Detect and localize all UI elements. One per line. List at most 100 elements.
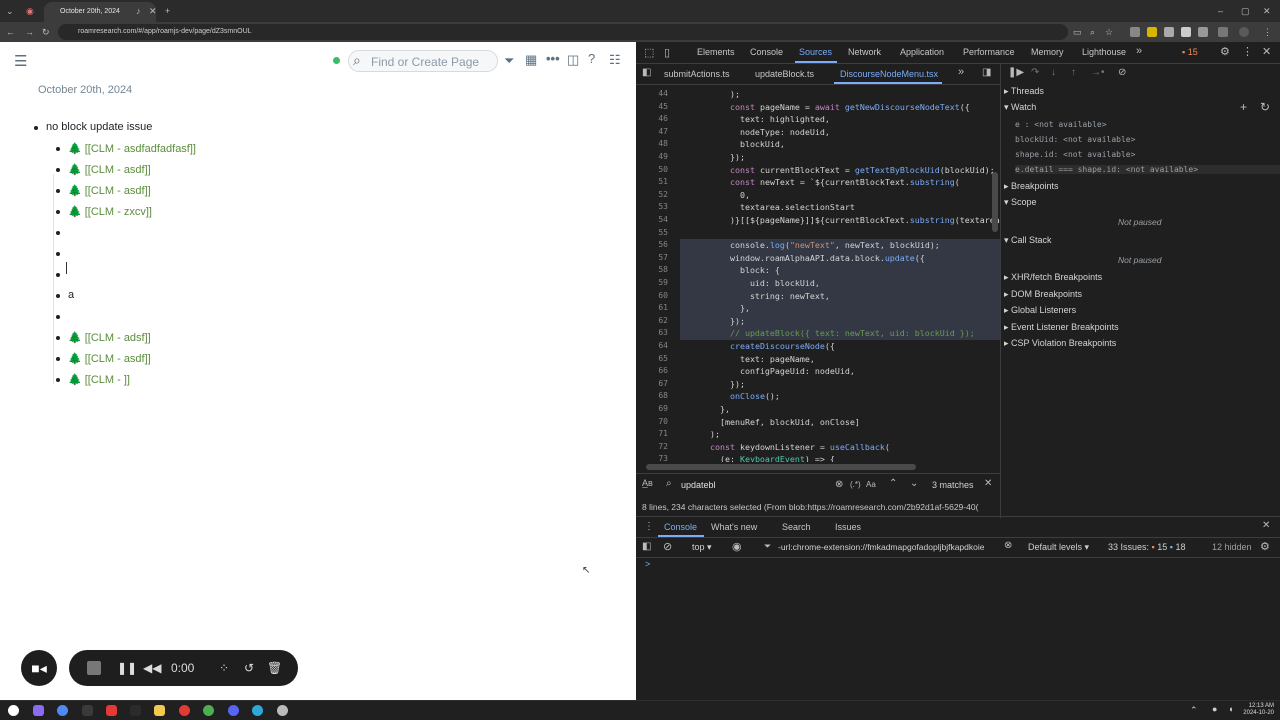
tab-search-icon[interactable]: ⌄	[6, 4, 14, 18]
code-scrollbar[interactable]	[992, 172, 998, 232]
line-number[interactable]: 45	[636, 101, 668, 114]
line-number[interactable]: 64	[636, 340, 668, 353]
page-reference[interactable]: [[CLM - asdfadfadfasf]]	[85, 143, 196, 155]
line-number[interactable]: 49	[636, 151, 668, 164]
trash-icon[interactable]: 🗑	[267, 660, 282, 676]
page-reference[interactable]: [[CLM - adsf]]	[85, 332, 151, 344]
block-bullet[interactable]	[56, 294, 60, 298]
code-line[interactable]: });	[690, 378, 745, 391]
breakpoints-section[interactable]: ▸ Breakpoints	[1004, 181, 1280, 192]
find-input[interactable]: updatebl	[681, 480, 716, 490]
more-icon[interactable]: •••	[546, 51, 560, 66]
close-find-icon[interactable]: ✕	[984, 478, 992, 489]
devtools-tab[interactable]: Elements	[697, 47, 735, 57]
code-line[interactable]: nodeType: nodeUid,	[690, 126, 830, 139]
block-bullet[interactable]	[56, 357, 60, 361]
devtools-tab[interactable]: Lighthouse	[1082, 47, 1126, 57]
line-number[interactable]: 48	[636, 138, 668, 151]
devtools-tab[interactable]: Performance	[963, 47, 1015, 57]
code-line[interactable]: const keydownListener = useCallback(	[690, 441, 890, 454]
block-text[interactable]: 🌲 [[CLM - ]]	[68, 373, 130, 386]
mic-icon[interactable]: ●	[1212, 704, 1217, 714]
console-filter[interactable]: ⏷ -url:chrome-extension://fmkadmapgofado…	[760, 540, 1012, 555]
replace-toggle-icon[interactable]: A̲ʙ	[642, 478, 653, 488]
block-text[interactable]: 🌲 [[CLM - asdf]]	[68, 184, 151, 197]
code-line[interactable]: block: {	[690, 264, 780, 277]
app-icon[interactable]	[203, 705, 214, 716]
issues-badge[interactable]: ▪ 15	[1182, 47, 1198, 57]
devtools-tab[interactable]: Sources	[799, 47, 832, 57]
code-line[interactable]: });	[690, 315, 745, 328]
code-line[interactable]: [menuRef, blockUid, onClose]	[690, 416, 860, 429]
code-line[interactable]: });	[690, 151, 745, 164]
watch-expression[interactable]: e : <not available>	[1015, 120, 1107, 129]
page-reference[interactable]: [[CLM - asdf]]	[85, 353, 151, 365]
line-number[interactable]: 51	[636, 176, 668, 189]
code-line[interactable]: blockUid,	[690, 138, 785, 151]
line-number[interactable]: 73	[636, 453, 668, 462]
extension-icon[interactable]	[1198, 27, 1208, 37]
code-line[interactable]: text: highlighted,	[690, 113, 830, 126]
log-levels-select[interactable]: Default levels ▾	[1028, 542, 1089, 553]
devtools-tab[interactable]: Console	[750, 47, 783, 57]
line-number[interactable]: 47	[636, 126, 668, 139]
live-expression-icon[interactable]: ◉	[732, 540, 742, 553]
block-text[interactable]: no block update issue	[46, 121, 152, 133]
breakpoint-section[interactable]: ▸ XHR/fetch Breakpoints	[1004, 272, 1280, 283]
code-line[interactable]: (e: KeyboardEvent) => {	[690, 453, 835, 462]
search-box[interactable]: ⌕ Find or Create Page	[348, 50, 498, 72]
breakpoint-section[interactable]: ▸ CSP Violation Breakpoints	[1004, 338, 1280, 349]
file-tab[interactable]: updateBlock.ts	[755, 69, 814, 79]
code-line[interactable]: console.log("newText", newText, blockUid…	[690, 239, 940, 252]
block-bullet[interactable]	[56, 168, 60, 172]
code-line[interactable]: string: newText,	[690, 290, 830, 303]
block-text[interactable]: 🌲 [[CLM - asdf]]	[68, 163, 151, 176]
clear-filter-icon[interactable]: ⊗	[1004, 540, 1012, 551]
close-devtools-icon[interactable]: ✕	[1262, 45, 1271, 58]
tab-close-icon[interactable]: ✕	[149, 4, 157, 18]
line-number[interactable]: 56	[636, 239, 668, 252]
issues-summary[interactable]: 33 Issues: ▪ 15 ▪ 18	[1108, 542, 1186, 552]
block-bullet[interactable]	[34, 126, 38, 130]
code-line[interactable]: uid: blockUid,	[690, 277, 820, 290]
line-number[interactable]: 70	[636, 416, 668, 429]
forward-icon[interactable]: →	[25, 25, 34, 39]
url-field[interactable]: roamresearch.com/#/app/roamjs-dev/page/d…	[58, 24, 1068, 40]
code-line[interactable]: 0,	[690, 189, 750, 202]
drawer-menu-icon[interactable]: ⋮	[644, 521, 654, 532]
menu-icon[interactable]: ⋮	[1263, 25, 1272, 39]
add-watch-icon[interactable]: +	[1240, 100, 1247, 114]
step-icon[interactable]: →•	[1091, 67, 1105, 78]
line-number[interactable]: 44	[636, 88, 668, 101]
block-bullet[interactable]	[56, 315, 60, 319]
watch-expression[interactable]: blockUid: <not available>	[1015, 135, 1135, 144]
folder-icon[interactable]	[154, 705, 165, 716]
code-line[interactable]: )}[[${pageName}]]${currentBlockText.subs…	[690, 214, 1000, 227]
code-editor[interactable]: 44 ); 45 const pageName = await getNewDis…	[636, 85, 1000, 462]
line-number[interactable]: 69	[636, 403, 668, 416]
volume-icon[interactable]: ◖	[1228, 704, 1233, 714]
watch-expression[interactable]: shape.id: <not available>	[1015, 150, 1135, 159]
kebab-icon[interactable]: ⋮	[1242, 45, 1253, 58]
step-into-icon[interactable]: ↓	[1051, 67, 1056, 78]
line-number[interactable]: 53	[636, 201, 668, 214]
block-bullet[interactable]	[56, 210, 60, 214]
page-reference[interactable]: [[CLM - asdf]]	[85, 164, 151, 176]
step-out-icon[interactable]: ↑	[1071, 67, 1076, 78]
devtools-tab[interactable]: Memory	[1031, 47, 1064, 57]
navigator-toggle-icon[interactable]: ◧	[642, 67, 651, 78]
minimize-icon[interactable]: –	[1218, 4, 1223, 18]
right-sidebar-icon[interactable]: ☷	[609, 52, 621, 68]
app-icon[interactable]	[277, 705, 288, 716]
line-number[interactable]: 50	[636, 164, 668, 177]
discord-icon[interactable]	[228, 705, 239, 716]
zoom-icon[interactable]: ⌕	[1090, 25, 1095, 39]
code-line[interactable]: const currentBlockText = getTextByBlockU…	[690, 164, 995, 177]
code-line[interactable]: createDiscourseNode({	[690, 340, 835, 353]
block-bullet[interactable]	[56, 231, 60, 235]
line-number[interactable]: 55	[636, 227, 668, 240]
page-reference[interactable]: [[CLM - ]]	[85, 374, 130, 386]
line-number[interactable]: 66	[636, 365, 668, 378]
code-line[interactable]: textarea.selectionStart	[690, 201, 855, 214]
console-settings-icon[interactable]: ⚙	[1260, 540, 1270, 553]
